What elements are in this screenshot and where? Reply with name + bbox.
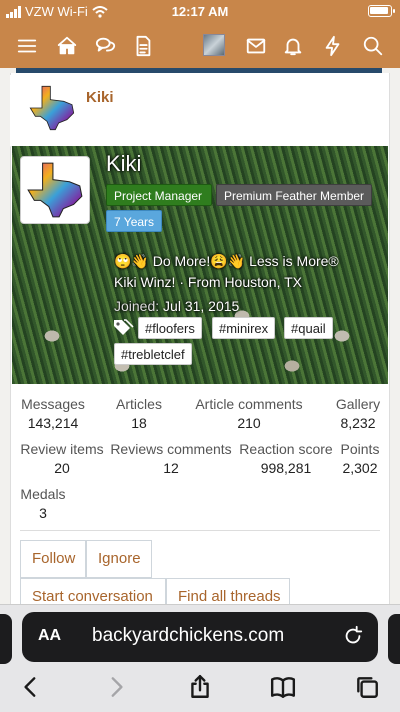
stat-value: 210	[237, 415, 261, 431]
member-motto: 🙄👋 Do More!😩👋 Less is More®	[114, 253, 339, 269]
stat-reaction-score[interactable]: Reaction score 998,281	[238, 441, 334, 476]
tags-icon	[114, 319, 134, 335]
status-bar: VZW Wi-Fi 12:17 AM	[0, 0, 400, 24]
stat-label: Review items	[20, 441, 104, 457]
stat-value: 18	[131, 415, 147, 431]
site-navbar	[0, 24, 400, 68]
stat-label: Articles	[116, 396, 162, 412]
member-joined: Joined: Jul 31, 2015	[114, 298, 239, 314]
tag-trebletclef[interactable]: #trebletclef	[114, 343, 192, 365]
lightning-icon[interactable]	[320, 34, 346, 58]
reader-options-button[interactable]: AA	[38, 627, 61, 645]
next-tab-peek[interactable]	[388, 614, 400, 664]
stat-label: Reaction score	[239, 441, 333, 457]
bookmarks-icon[interactable]	[266, 670, 300, 704]
chat-icon[interactable]	[93, 34, 119, 58]
member-name[interactable]: Kiki	[106, 151, 141, 177]
stat-label: Reviews comments	[110, 441, 232, 457]
stat-value: 3	[39, 505, 47, 521]
stat-points[interactable]: Points 2,302	[338, 441, 382, 476]
follow-button[interactable]: Follow	[20, 540, 86, 578]
texas-avatar-icon	[27, 162, 83, 218]
status-time: 12:17 AM	[171, 4, 229, 19]
user-avatar[interactable]	[203, 34, 225, 56]
battery-icon	[368, 5, 395, 17]
stat-medals[interactable]: Medals 3	[20, 486, 66, 521]
member-avatar[interactable]	[20, 156, 90, 224]
stat-label: Messages	[21, 396, 85, 412]
joined-label: Joined:	[114, 298, 160, 314]
tag-floofers[interactable]: #floofers	[138, 317, 202, 339]
tag-quail[interactable]: #quail	[284, 317, 333, 339]
stats-divider	[20, 530, 380, 531]
stat-article-comments[interactable]: Article comments 210	[194, 396, 304, 431]
stat-review-items[interactable]: Review items 20	[20, 441, 104, 476]
bell-icon[interactable]	[280, 34, 306, 58]
back-icon[interactable]	[14, 670, 48, 704]
stat-label: Points	[340, 441, 380, 457]
stat-articles[interactable]: Articles 18	[114, 396, 164, 431]
stat-label: Article comments	[195, 396, 303, 412]
url-text[interactable]: backyardchickens.com	[92, 625, 284, 647]
mail-icon[interactable]	[243, 34, 269, 58]
address-bar[interactable]: AA backyardchickens.com	[22, 612, 378, 662]
stat-value: 2,302	[342, 460, 378, 476]
share-icon[interactable]	[183, 670, 217, 704]
forward-icon[interactable]	[99, 670, 133, 704]
document-icon[interactable]	[130, 34, 156, 58]
project-manager-badge: Project Manager	[106, 184, 212, 206]
tag-minirex[interactable]: #minirex	[212, 317, 276, 339]
tabs-icon[interactable]	[350, 670, 384, 704]
stat-messages[interactable]: Messages 143,214	[20, 396, 86, 431]
stat-value: 12	[163, 460, 179, 476]
years-badge: 7 Years	[106, 210, 162, 232]
joined-date: Jul 31, 2015	[163, 298, 240, 314]
stat-label: Gallery	[335, 396, 381, 412]
menu-icon[interactable]	[14, 34, 40, 58]
home-icon[interactable]	[54, 34, 80, 58]
search-icon[interactable]	[360, 34, 386, 58]
reload-icon[interactable]	[342, 625, 364, 647]
member-location: Kiki Winz! · From Houston, TX	[114, 274, 303, 290]
stat-label: Medals	[20, 486, 66, 502]
stat-value: 998,281	[260, 460, 312, 476]
stat-value: 20	[54, 460, 70, 476]
stat-gallery[interactable]: Gallery 8,232	[334, 396, 382, 431]
premium-member-badge: Premium Feather Member	[216, 184, 372, 206]
stat-value: 143,214	[27, 415, 79, 431]
stat-reviews-comments[interactable]: Reviews comments 12	[110, 441, 232, 476]
previous-tab-peek[interactable]	[0, 614, 12, 664]
texas-avatar-icon[interactable]	[27, 83, 77, 133]
ignore-button[interactable]: Ignore	[86, 540, 152, 578]
post-author-name[interactable]: Kiki	[86, 89, 114, 106]
stat-value: 8,232	[340, 415, 376, 431]
